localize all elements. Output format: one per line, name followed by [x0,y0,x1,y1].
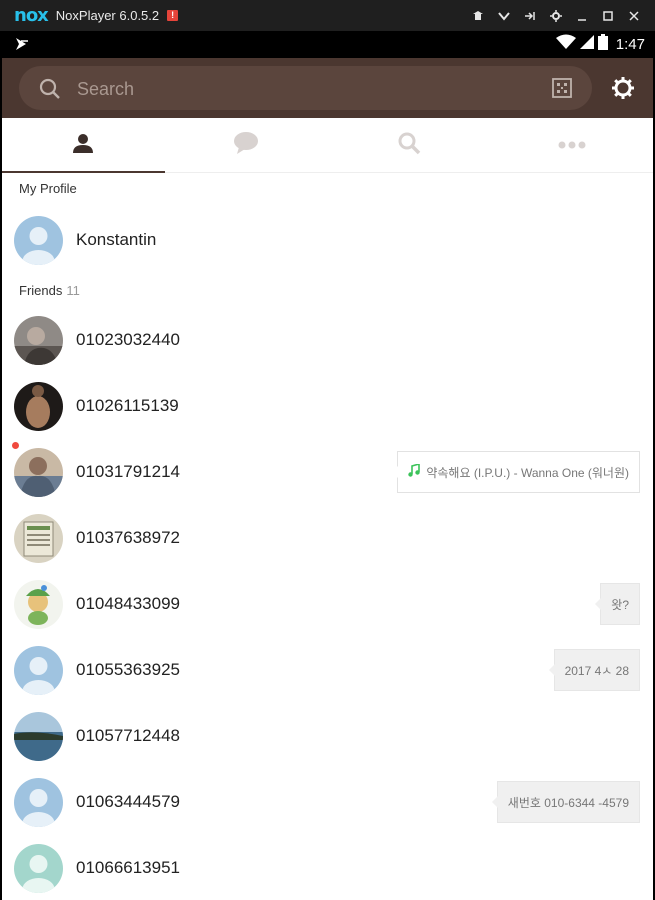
more-icon [558,136,586,154]
avatar [14,579,63,629]
close-icon[interactable] [621,0,647,31]
friend-name: 01066613951 [76,858,181,877]
avatar [14,381,63,431]
friend-name: 01031791214 [76,462,181,481]
avatar [14,447,63,497]
friend-row[interactable]: 01023032440 [2,307,653,373]
friend-name: 01063444579 [76,792,181,811]
section-title: Friends [19,283,63,298]
status-icons: 1:47 [555,31,645,58]
window-controls [465,0,647,31]
friend-name: 01055363925 [76,660,181,679]
sidebar-icon[interactable] [517,0,543,31]
app-header [2,58,653,118]
avatar [14,215,63,265]
search-input[interactable] [75,76,519,102]
notification-icon [14,36,30,57]
friend-name: 01048433099 [76,594,181,613]
status-message[interactable]: 2017 4ㅅ 28 [548,649,640,691]
friend-row[interactable]: 01066613951 [2,835,653,900]
minimize-icon[interactable] [569,0,595,31]
settings-icon[interactable] [543,0,569,31]
qr-scan-icon[interactable] [552,78,572,103]
status-text: 2017 4ㅅ 28 [564,663,629,678]
nox-logo: nox [14,5,49,26]
search-icon [397,131,421,160]
search-icon [39,78,61,105]
friend-name: 01026115139 [76,396,179,415]
tab-bar [2,118,653,173]
person-icon [71,131,95,160]
friend-name: 01057712448 [76,726,181,745]
pin-icon[interactable] [465,0,491,31]
maximize-icon[interactable] [595,0,621,31]
status-message[interactable]: 왓? [595,583,640,625]
battery-icon [597,34,608,55]
friend-name: 01037638972 [76,528,181,547]
chevron-down-icon[interactable] [491,0,517,31]
profile-name: Konstantin [76,230,157,249]
tab-friends[interactable] [2,118,165,173]
avatar [14,777,63,827]
status-text: 약속해요 (I.P.U.) - Wanna One (워너원) [426,465,629,480]
tab-find[interactable] [328,118,491,172]
friend-row[interactable]: 01026115139 [2,373,653,439]
friend-row[interactable]: 01057712448 [2,703,653,769]
friend-row[interactable]: 01048433099 왓? [2,571,653,637]
app-screen: My Profile Konstantin Friends11 01023032… [2,58,653,900]
friend-list: 01023032440 01026115139 01031791214 약속해요… [2,307,653,900]
status-text: 왓? [611,597,629,612]
gear-icon[interactable] [611,76,635,105]
music-note-icon [408,462,421,480]
friend-name: 01023032440 [76,330,181,349]
new-indicator [12,442,19,449]
avatar [14,645,63,695]
friend-row[interactable]: 01063444579 새번호 010-6344 -4579 [2,769,653,835]
chat-icon [233,131,259,160]
android-statusbar: 1:47 [2,31,653,58]
wifi-icon [555,34,576,55]
avatar [14,513,63,563]
friend-row[interactable]: 01037638972 [2,505,653,571]
emulator-titlebar: nox NoxPlayer 6.0.5.2 ! [0,0,655,31]
avatar [14,711,63,761]
avatar [14,315,63,365]
search-bar[interactable] [19,66,592,110]
friend-count: 11 [66,283,80,298]
tab-chats[interactable] [165,118,328,172]
tab-more[interactable] [490,118,653,172]
status-message[interactable]: 약속해요 (I.P.U.) - Wanna One (워너원) [392,451,640,493]
window-title: NoxPlayer 6.0.5.2 [55,8,160,23]
status-text: 새번호 010-6344 -4579 [507,795,629,810]
status-message[interactable]: 새번호 010-6344 -4579 [491,781,640,823]
warning-badge[interactable]: ! [167,10,179,21]
avatar [14,843,63,893]
friends-header: Friends 11 [2,275,653,307]
my-profile-row[interactable]: Konstantin [2,205,653,275]
friend-row[interactable]: 01055363925 2017 4ㅅ 28 [2,637,653,703]
friend-row[interactable]: 01031791214 약속해요 (I.P.U.) - Wanna One (워… [2,439,653,505]
signal-icon [579,34,595,55]
my-profile-header: My Profile [2,173,653,205]
section-title: My Profile [19,181,77,196]
clock: 1:47 [615,36,645,53]
